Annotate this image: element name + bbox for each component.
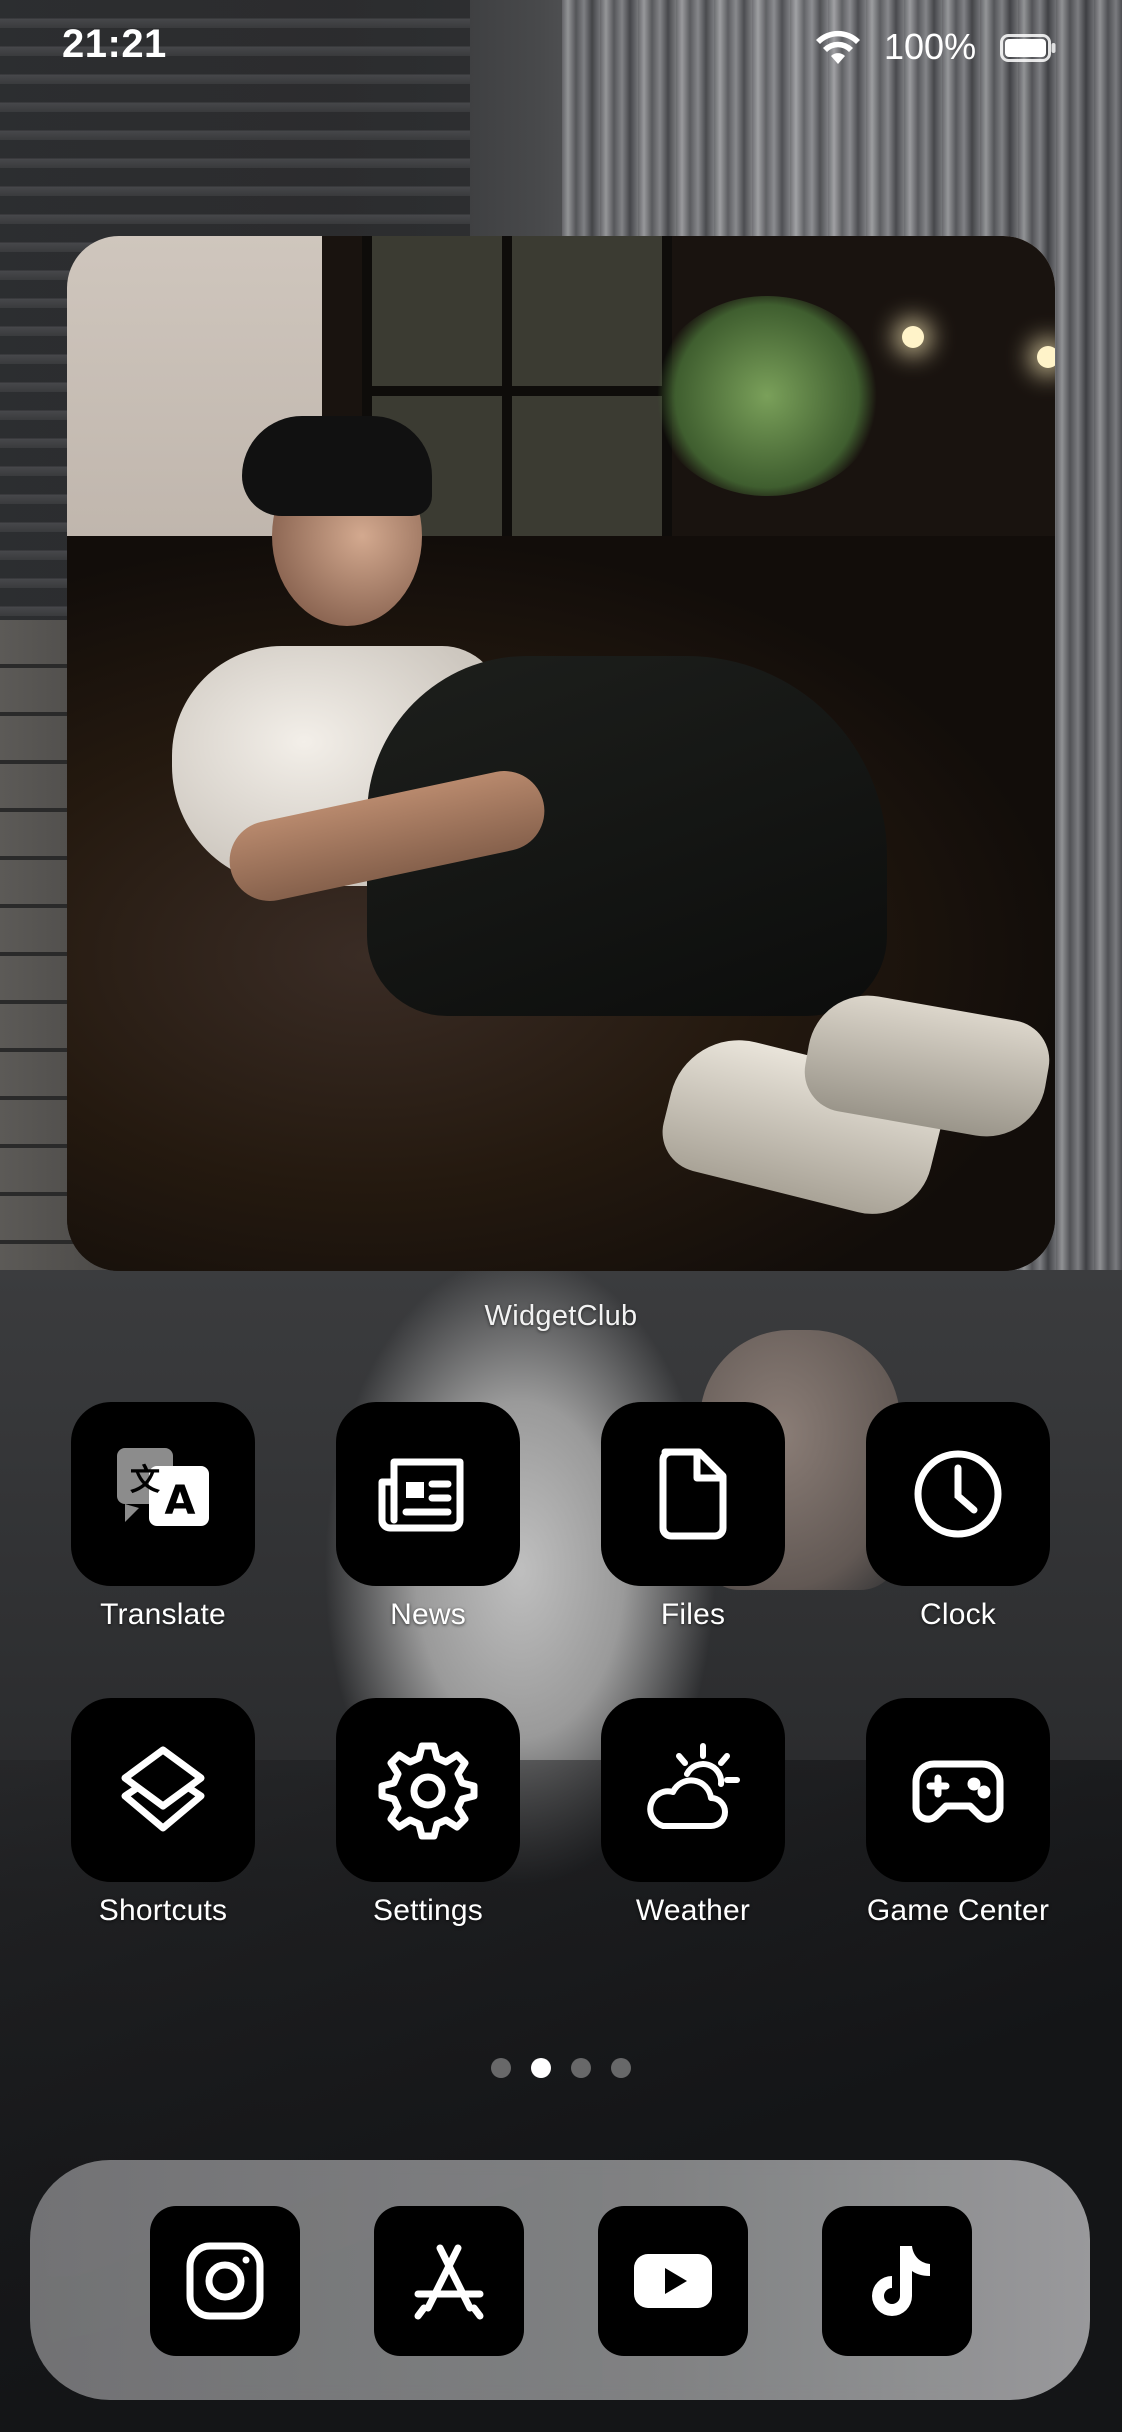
- app-label: Weather: [635, 1894, 751, 1927]
- battery-percentage: 100%: [884, 26, 977, 67]
- app-clock[interactable]: Clock: [838, 1402, 1078, 1632]
- app-settings[interactable]: Settings: [308, 1698, 548, 1928]
- shortcuts-layers-icon: [121, 1746, 205, 1832]
- dock-app-instagram[interactable]: [150, 2206, 300, 2356]
- app-tile[interactable]: [866, 1698, 1050, 1882]
- page-indicator[interactable]: [0, 2058, 1122, 2078]
- app-label: Shortcuts: [98, 1894, 228, 1927]
- gear-icon: [378, 1742, 478, 1840]
- dock-app-app-store[interactable]: [374, 2206, 524, 2356]
- app-store-icon: [414, 2244, 484, 2320]
- cloud-sun-icon: [647, 1743, 740, 1829]
- gamepad-icon: [912, 1760, 1004, 1823]
- widget-photo-light: [1037, 346, 1055, 368]
- page-dot-2-current[interactable]: [531, 2058, 551, 2078]
- youtube-icon: [634, 2254, 712, 2308]
- widget-photo-cap: [242, 416, 432, 516]
- app-label: Game Center: [866, 1894, 1050, 1927]
- app-game-center[interactable]: Game Center: [838, 1698, 1078, 1928]
- page-dot-1[interactable]: [491, 2058, 511, 2078]
- clock-icon: [914, 1450, 1002, 1538]
- dock-app-tiktok[interactable]: [822, 2206, 972, 2356]
- widget-photo-window: [322, 236, 1055, 566]
- document-icon: [659, 1448, 727, 1540]
- wifi-icon: [816, 30, 860, 64]
- battery-full-icon: [1000, 34, 1056, 62]
- app-translate[interactable]: 文 A Translate: [43, 1402, 283, 1632]
- app-tile[interactable]: [336, 1402, 520, 1586]
- newspaper-icon: [378, 1458, 464, 1532]
- tiktok-icon: [872, 2246, 930, 2316]
- page-dot-4[interactable]: [611, 2058, 631, 2078]
- widget-photo-plant: [652, 296, 882, 496]
- page-dot-3[interactable]: [571, 2058, 591, 2078]
- app-label: Settings: [373, 1894, 483, 1927]
- status-time: 21:21: [62, 22, 167, 66]
- app-label: Clock: [919, 1598, 996, 1631]
- app-tile[interactable]: 文 A: [71, 1402, 255, 1586]
- app-shortcuts[interactable]: Shortcuts: [43, 1698, 283, 1928]
- dock: [30, 2160, 1090, 2400]
- photo-widget[interactable]: [67, 236, 1055, 1271]
- widget-label: WidgetClub: [484, 1300, 638, 1332]
- dock-app-youtube[interactable]: [598, 2206, 748, 2356]
- app-tile[interactable]: [71, 1698, 255, 1882]
- svg-text:文: 文: [130, 1463, 160, 1498]
- app-tile[interactable]: [601, 1402, 785, 1586]
- app-tile[interactable]: [336, 1698, 520, 1882]
- app-tile[interactable]: [866, 1402, 1050, 1586]
- svg-text:A: A: [165, 1478, 196, 1524]
- instagram-icon: [186, 2242, 264, 2320]
- app-news[interactable]: News: [308, 1402, 548, 1632]
- app-tile[interactable]: [601, 1698, 785, 1882]
- status-bar: 21:21 100%: [0, 0, 1122, 100]
- app-label: News: [390, 1598, 466, 1631]
- widget-photo-light: [902, 326, 924, 348]
- translate-icon: 文 A: [117, 1448, 209, 1526]
- app-weather[interactable]: Weather: [573, 1698, 813, 1928]
- app-files[interactable]: Files: [573, 1402, 813, 1632]
- app-label: Translate: [100, 1598, 226, 1631]
- app-label: Files: [660, 1598, 726, 1631]
